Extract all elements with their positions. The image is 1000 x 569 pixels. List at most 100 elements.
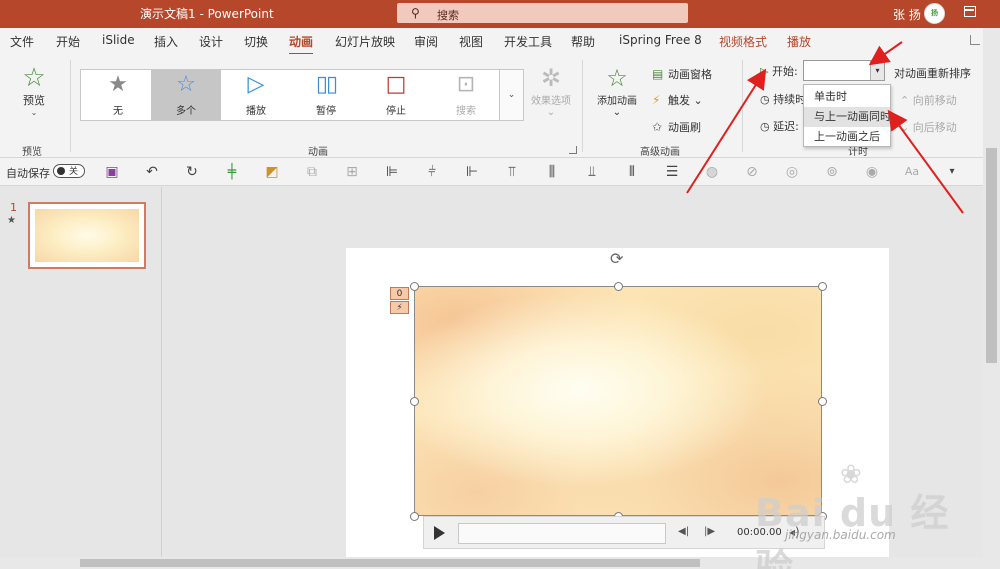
tab-home[interactable]: 开始 (56, 33, 80, 50)
resize-handle[interactable] (818, 397, 827, 406)
horizontal-scroll-thumb[interactable] (80, 559, 700, 567)
align-middle-icon[interactable]: ⫼ (543, 163, 561, 181)
group-label-preview: 预览 (22, 147, 42, 158)
delay-label: ◷ 延迟: (760, 118, 799, 134)
gallery-more-button[interactable]: ⌄ (500, 69, 524, 121)
animation-pause[interactable]: ▯▯ 暂停 (291, 70, 361, 120)
video-progress-track[interactable] (458, 523, 666, 544)
vertical-scrollbar[interactable] (983, 28, 1000, 569)
dialog-launcher-icon[interactable] (569, 146, 577, 154)
clock-icon: ◷ (760, 93, 770, 106)
align-right-icon[interactable]: ⊩ (463, 163, 481, 181)
tab-ispring[interactable]: iSpring Free 8 (619, 33, 702, 47)
tab-slideshow[interactable]: 幻灯片放映 (335, 33, 395, 50)
tab-video-format[interactable]: 视频格式 (719, 33, 767, 50)
group-divider (582, 60, 583, 152)
animation-order-tag[interactable]: 0 (390, 287, 409, 300)
animation-stop[interactable]: □ 停止 (361, 70, 431, 120)
ungroup-icon[interactable]: ⊞ (343, 163, 361, 181)
reorder-label: 对动画重新排序 (894, 67, 971, 80)
add-animation-button[interactable]: ☆ 添加动画 ⌄ (594, 64, 640, 118)
tab-animations[interactable]: 动画 (289, 33, 314, 56)
stop-icon: □ (385, 72, 407, 97)
effect-options-button[interactable]: ✲ 效果选项 ⌄ (528, 64, 574, 118)
watermark-brand: Bai du 经验 (755, 491, 950, 569)
distribute-horizontal-icon[interactable]: ⫴ (623, 163, 641, 181)
animation-pane-button[interactable]: ▤ 动画窗格 (652, 66, 712, 82)
title-bar: 演示文稿1 - PowerPoint ⚲ 搜索 张 扬 扬 (0, 0, 1000, 28)
play-icon[interactable] (434, 526, 445, 540)
play-icon: ▷ (760, 65, 769, 78)
tab-file[interactable]: 文件 (10, 33, 34, 50)
resize-handle[interactable] (410, 512, 419, 521)
start-option-with-previous[interactable]: 与上一动画同时 (804, 107, 891, 127)
shape-combine-icon[interactable]: ⊘ (743, 163, 761, 181)
start-combo[interactable]: ▾ (803, 60, 885, 81)
group-icon[interactable]: ⧉ (303, 163, 321, 181)
resize-handle[interactable] (410, 282, 419, 291)
delay-label-text: 延迟: (773, 120, 799, 133)
tab-insert[interactable]: 插入 (154, 33, 178, 50)
customize-toolbar-icon[interactable]: ▾ (943, 163, 961, 181)
tab-view[interactable]: 视图 (459, 33, 483, 50)
avatar[interactable]: 扬 (924, 3, 945, 24)
align-icon[interactable]: ╪ (223, 163, 241, 181)
animation-none[interactable]: ★ 无 (83, 70, 153, 120)
tab-transitions[interactable]: 切换 (244, 33, 268, 50)
animation-none-label: 无 (113, 106, 123, 117)
move-earlier-button[interactable]: ⌃ 向前移动 (900, 92, 957, 108)
tab-design[interactable]: 设计 (199, 33, 223, 50)
group-divider (742, 60, 743, 152)
tab-review[interactable]: 审阅 (414, 33, 438, 50)
vertical-scroll-thumb[interactable] (986, 148, 997, 363)
font-size-icon[interactable]: Aa (903, 163, 921, 181)
chevron-down-icon[interactable]: ▾ (870, 61, 884, 80)
undo-icon[interactable]: ↶ (143, 163, 161, 181)
search-placeholder: 搜索 (437, 9, 459, 22)
search-icon: ⚲ (411, 6, 420, 20)
chevron-up-icon: ⌃ (900, 94, 910, 107)
resize-handle[interactable] (818, 282, 827, 291)
shape-fragment-icon[interactable]: ◎ (783, 163, 801, 181)
align-left-icon[interactable]: ⊫ (383, 163, 401, 181)
slide-thumbnail[interactable] (28, 202, 146, 269)
select-pane-icon[interactable]: ◩ (263, 163, 281, 181)
resize-handle[interactable] (410, 397, 419, 406)
autosave-toggle[interactable]: 关 (53, 164, 85, 178)
distribute-vertical-icon[interactable]: ☰ (663, 163, 681, 181)
animation-painter-button[interactable]: ✩ 动画刷 (652, 119, 701, 135)
redo-icon[interactable]: ↻ (183, 163, 201, 181)
align-center-icon[interactable]: ⫩ (423, 163, 441, 181)
search-box[interactable]: ⚲ 搜索 (397, 3, 688, 23)
move-later-button[interactable]: ⌄ 向后移动 (900, 119, 957, 135)
start-option-after-previous[interactable]: 上一动画之后 (804, 127, 890, 147)
tab-playback[interactable]: 播放 (787, 33, 811, 50)
user-name[interactable]: 张 扬 (893, 6, 921, 23)
tab-developer[interactable]: 开发工具 (504, 33, 552, 50)
animation-play[interactable]: ▷ 播放 (221, 70, 291, 120)
rotate-handle-icon[interactable]: ⟳ (610, 249, 623, 268)
animation-multiple[interactable]: ☆ 多个 (151, 70, 221, 120)
play-icon: ▷ (247, 72, 265, 97)
step-forward-icon[interactable]: |▶ (704, 526, 715, 537)
trigger-button[interactable]: ⚡ 触发 ⌄ (652, 92, 703, 108)
step-back-icon[interactable]: ◀| (678, 526, 689, 537)
tab-help[interactable]: 帮助 (571, 33, 595, 50)
resize-handle[interactable] (614, 282, 623, 291)
chevron-down-icon: ⌄ (690, 94, 703, 107)
animation-trigger-tag[interactable]: ⚡ (390, 301, 409, 314)
align-bottom-icon[interactable]: ⫫ (583, 163, 601, 181)
duration-label: ◷ 持续时 (760, 91, 806, 107)
ribbon-display-options-icon[interactable] (964, 6, 976, 17)
watermark: ❀ Bai du 经验 jingyan.baidu.com (755, 460, 985, 569)
save-icon[interactable]: ▣ (103, 163, 121, 181)
start-option-on-click[interactable]: 单击时 (804, 87, 890, 107)
collapse-ribbon-icon[interactable] (970, 35, 980, 45)
shape-union-icon[interactable]: ◍ (703, 163, 721, 181)
shape-intersect-icon[interactable]: ⊚ (823, 163, 841, 181)
animation-seek[interactable]: ⊡ 搜索 (431, 70, 501, 120)
align-top-icon[interactable]: ⫪ (503, 163, 521, 181)
tab-islide[interactable]: iSlide (102, 33, 135, 47)
shape-subtract-icon[interactable]: ◉ (863, 163, 881, 181)
preview-button[interactable]: ☆ 预览 ⌄ (14, 64, 54, 117)
